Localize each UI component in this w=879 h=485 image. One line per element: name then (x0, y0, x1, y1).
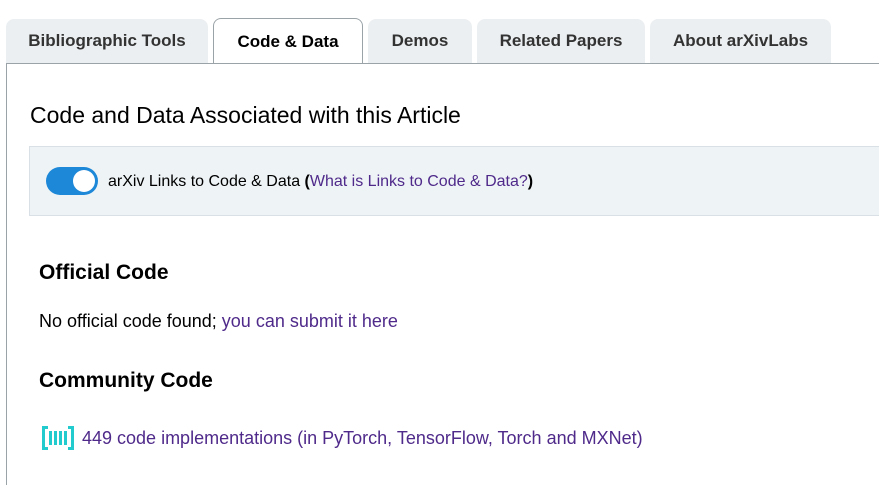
toggle-knob (73, 170, 95, 192)
submit-code-link[interactable]: you can submit it here (222, 311, 398, 331)
official-code-text: No official code found; (39, 311, 222, 331)
tab-code-and-data[interactable]: Code & Data (213, 18, 363, 64)
tab-demos[interactable]: Demos (368, 19, 472, 63)
toggle-label-row: arXiv Links to Code & Data (What is Link… (108, 173, 533, 191)
close-paren: ) (527, 173, 534, 190)
links-toggle-switch[interactable] (46, 167, 98, 195)
tab-about-arxivlabs[interactable]: About arXivLabs (650, 19, 831, 63)
papers-with-code-icon (42, 426, 74, 450)
community-code-title: Community Code (39, 369, 213, 392)
code-implementations-link[interactable]: 449 code implementations (in PyTorch, Te… (82, 428, 643, 449)
tab-related-papers[interactable]: Related Papers (477, 19, 645, 63)
toggle-label: arXiv Links to Code & Data (108, 173, 301, 190)
links-toggle-panel: arXiv Links to Code & Data (What is Link… (29, 146, 879, 216)
official-code-line: No official code found; you can submit i… (39, 311, 398, 332)
official-code-title: Official Code (39, 261, 169, 284)
tab-bar: Bibliographic Tools Code & Data Demos Re… (0, 0, 879, 64)
panel-border (6, 63, 7, 485)
page-title: Code and Data Associated with this Artic… (30, 102, 461, 128)
tab-bibliographic-tools[interactable]: Bibliographic Tools (6, 19, 208, 63)
help-link[interactable]: What is Links to Code & Data? (310, 173, 528, 190)
tab-divider (6, 63, 879, 64)
